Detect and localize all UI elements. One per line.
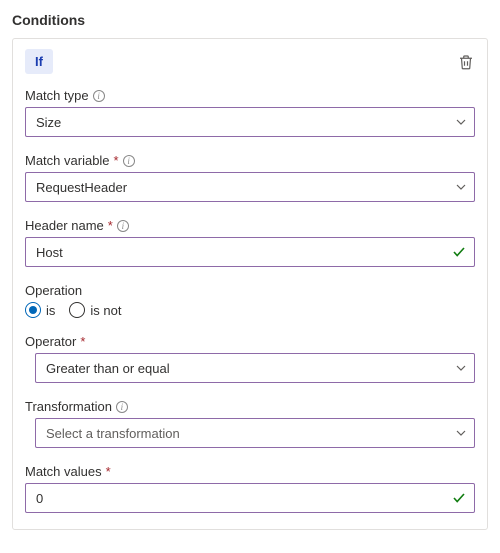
header-name-input[interactable]: Host — [25, 237, 475, 267]
info-icon[interactable]: i — [93, 90, 105, 102]
operation-label: Operation — [25, 283, 82, 298]
condition-panel: If Match type i Size Match variable * i … — [12, 38, 488, 530]
if-chip: If — [25, 49, 53, 74]
match-values-input[interactable]: 0 — [25, 483, 475, 513]
header-name-value: Host — [36, 245, 63, 260]
match-type-label: Match type — [25, 88, 89, 103]
delete-condition-button[interactable] — [457, 53, 475, 71]
operator-value: Greater than or equal — [46, 361, 170, 376]
chevron-down-icon — [456, 117, 466, 127]
chevron-down-icon — [456, 363, 466, 373]
required-marker: * — [106, 464, 111, 479]
operation-isnot-label: is not — [90, 303, 121, 318]
header-name-label: Header name — [25, 218, 104, 233]
transformation-select[interactable]: Select a transformation — [35, 418, 475, 448]
required-marker: * — [80, 334, 85, 349]
chevron-down-icon — [456, 182, 466, 192]
conditions-heading: Conditions — [12, 12, 488, 28]
match-values-value: 0 — [36, 491, 43, 506]
required-marker: * — [108, 218, 113, 233]
match-values-label: Match values — [25, 464, 102, 479]
match-type-select[interactable]: Size — [25, 107, 475, 137]
operator-label: Operator — [25, 334, 76, 349]
info-icon[interactable]: i — [123, 155, 135, 167]
checkmark-icon — [452, 491, 466, 505]
match-variable-value: RequestHeader — [36, 180, 127, 195]
chevron-down-icon — [456, 428, 466, 438]
radio-icon — [69, 302, 85, 318]
info-icon[interactable]: i — [116, 401, 128, 413]
match-variable-select[interactable]: RequestHeader — [25, 172, 475, 202]
required-marker: * — [114, 153, 119, 168]
match-variable-label: Match variable — [25, 153, 110, 168]
operation-radio-isnot[interactable]: is not — [69, 302, 121, 318]
operator-select[interactable]: Greater than or equal — [35, 353, 475, 383]
transformation-placeholder: Select a transformation — [46, 426, 180, 441]
operation-is-label: is — [46, 303, 55, 318]
operation-radio-is[interactable]: is — [25, 302, 55, 318]
transformation-label: Transformation — [25, 399, 112, 414]
info-icon[interactable]: i — [117, 220, 129, 232]
trash-icon — [457, 53, 475, 71]
checkmark-icon — [452, 245, 466, 259]
radio-icon — [25, 302, 41, 318]
match-type-value: Size — [36, 115, 61, 130]
